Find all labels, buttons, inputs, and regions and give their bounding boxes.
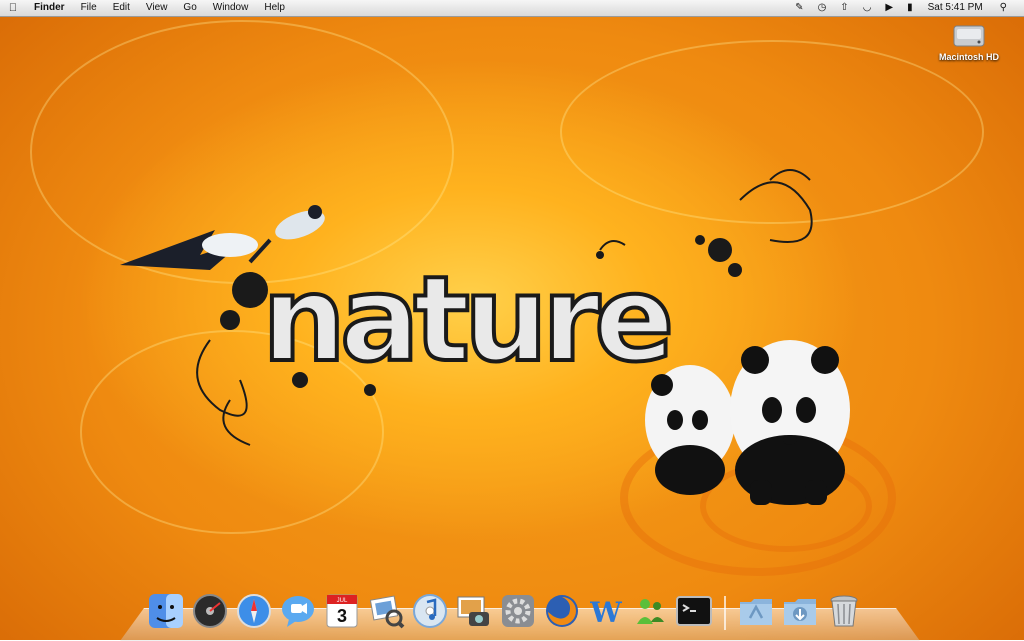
ical-icon[interactable]: JUL 3 xyxy=(323,592,361,630)
microsoft-messenger-icon[interactable] xyxy=(631,592,669,630)
svg-text:W: W xyxy=(589,596,622,629)
svg-text:3: 3 xyxy=(337,606,347,626)
desktop-wallpaper: nature xyxy=(0,0,1024,640)
dock-separator xyxy=(724,596,726,630)
iphoto-icon[interactable] xyxy=(455,592,493,630)
menu-window[interactable]: Window xyxy=(205,0,257,16)
menu-help[interactable]: Help xyxy=(256,0,293,16)
system-preferences-icon[interactable] xyxy=(499,592,537,630)
volume-icon[interactable]: ▶ xyxy=(878,0,900,16)
terminal-icon[interactable] xyxy=(675,592,713,630)
wallpaper-artwork: nature xyxy=(120,169,850,505)
apple-menu-icon[interactable]:  xyxy=(0,2,26,14)
svg-text:JUL: JUL xyxy=(337,598,348,604)
finder-icon[interactable] xyxy=(147,592,185,630)
wifi-icon[interactable]: ◡ xyxy=(856,0,879,16)
menu-app-finder[interactable]: Finder xyxy=(26,0,73,16)
menu-clock[interactable]: Sat 5:41 PM xyxy=(920,0,993,16)
menu-file[interactable]: File xyxy=(73,0,105,16)
menu-edit[interactable]: Edit xyxy=(105,0,138,16)
safari-icon[interactable] xyxy=(235,592,273,630)
nature-wallpaper-text: nature xyxy=(262,250,669,388)
downloads-folder-icon[interactable] xyxy=(781,592,819,630)
hd-label: Macintosh HD xyxy=(938,52,999,62)
dock: JUL 3 W xyxy=(120,584,920,641)
firefox-icon[interactable] xyxy=(543,592,581,630)
preview-icon[interactable] xyxy=(367,592,405,630)
hard-drive-icon[interactable] xyxy=(952,20,986,50)
dashboard-icon[interactable] xyxy=(191,592,229,630)
time-machine-icon[interactable]: ◷ xyxy=(811,0,834,16)
desktop-icon-macintosh-hd[interactable]: Macintosh HD xyxy=(932,20,1006,62)
bluetooth-icon[interactable]: ⇧ xyxy=(833,0,855,16)
menu-go[interactable]: Go xyxy=(175,0,204,16)
spotlight-search-icon[interactable]: ⚲ xyxy=(993,0,1014,16)
panda-illustration xyxy=(645,340,850,505)
menu-bar:  Finder File Edit View Go Window Help ✎… xyxy=(0,0,1024,17)
ichat-icon[interactable] xyxy=(279,592,317,630)
wordpress-icon[interactable]: W xyxy=(587,592,625,630)
applications-folder-icon[interactable] xyxy=(737,592,775,630)
itunes-icon[interactable] xyxy=(411,592,449,630)
battery-icon[interactable]: ▮ xyxy=(900,0,920,16)
menu-view[interactable]: View xyxy=(138,0,176,16)
script-icon[interactable]: ✎ xyxy=(788,0,810,16)
trash-icon[interactable] xyxy=(825,592,863,630)
